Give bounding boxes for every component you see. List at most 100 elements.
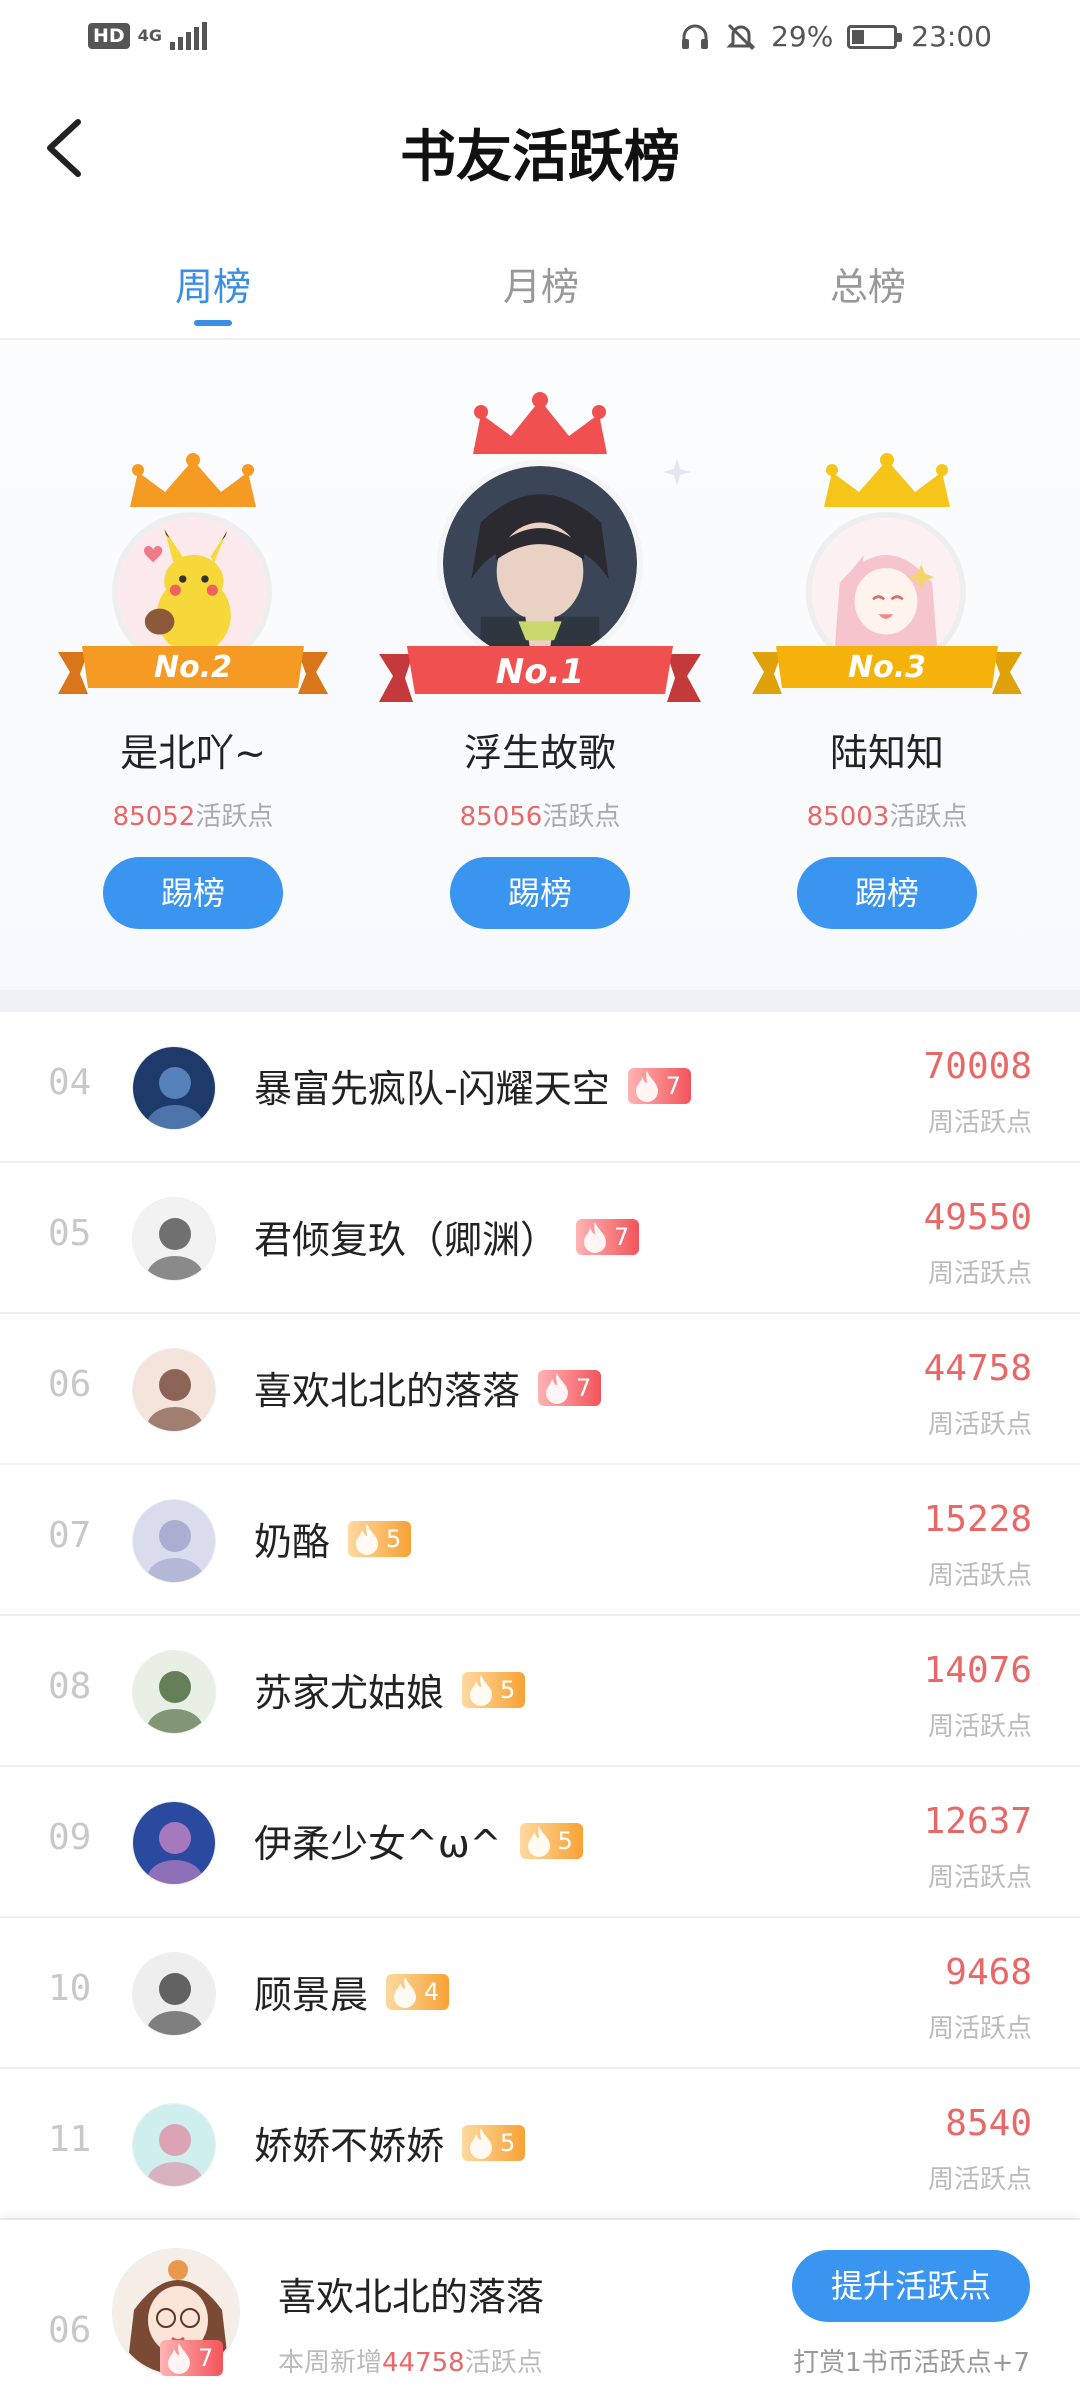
boost-activity-button[interactable]: 提升活跃点 xyxy=(792,2250,1030,2322)
tab-total[interactable]: 总榜 xyxy=(768,256,968,311)
points-suffix: 活跃点 xyxy=(195,802,274,832)
rank-number: 06 xyxy=(48,1364,92,1405)
points-value: 85056 xyxy=(459,802,543,832)
rank-number: 08 xyxy=(48,1666,92,1707)
page-title: 书友活跃榜 xyxy=(400,124,680,190)
score-value: 12637 xyxy=(923,1801,1032,1842)
rank-ribbon: No.1 xyxy=(379,642,701,704)
avatar[interactable] xyxy=(132,2103,216,2187)
flame-icon xyxy=(635,1070,658,1102)
points-value: 85052 xyxy=(112,802,196,832)
name-group: 暴富先疯队-闪耀天空 7 xyxy=(254,1058,691,1113)
tab-monthly[interactable]: 月榜 xyxy=(441,256,641,311)
crown-icon xyxy=(473,392,607,454)
clock: 23:00 xyxy=(911,20,992,53)
user-points: 85056活跃点 xyxy=(367,796,713,833)
user-avatar-image xyxy=(133,1500,215,1582)
name-group: 伊柔少女^ω^ 5 xyxy=(254,1813,583,1868)
score-value: 8540 xyxy=(945,2103,1032,2144)
user-name: 君倾复玖（卿渊） xyxy=(254,1218,559,1262)
score-label: 周活跃点 xyxy=(927,1863,1032,1893)
name-group: 喜欢北北的落落 7 xyxy=(254,1360,602,1415)
level-badge: 5 xyxy=(519,1822,583,1859)
user-name: 暴富先疯队-闪耀天空 xyxy=(254,1067,610,1111)
podium-third: No.3 陆知知 85003活跃点 踢榜 xyxy=(714,342,1060,990)
score-value: 15228 xyxy=(923,1499,1032,1540)
avatar[interactable] xyxy=(132,1650,216,1734)
level-badge: 7 xyxy=(576,1218,640,1255)
flame-icon xyxy=(470,2127,493,2159)
level-number: 5 xyxy=(500,2128,516,2157)
user-avatar-image xyxy=(133,1651,215,1733)
points-prefix: 本周新增 xyxy=(278,2348,383,2378)
list-item[interactable]: 06 喜欢北北的落落 7 44758 周活跃点 xyxy=(0,1314,1080,1465)
avatar[interactable] xyxy=(132,1801,216,1885)
rank-label: No.3 xyxy=(848,650,926,685)
kick-button[interactable]: 踢榜 xyxy=(450,857,630,929)
user-points: 85003活跃点 xyxy=(714,796,1060,833)
score-label: 周活跃点 xyxy=(927,2014,1032,2044)
network-type: 4G xyxy=(137,26,162,45)
user-name: 苏家尤姑娘 xyxy=(254,1671,445,1715)
my-rank-number: 06 xyxy=(48,2310,92,2351)
points-suffix: 活跃点 xyxy=(889,802,968,832)
kick-button[interactable]: 踢榜 xyxy=(103,857,283,929)
points-suffix: 活跃点 xyxy=(542,802,621,832)
my-name: 喜欢北北的落落 xyxy=(278,2275,545,2319)
avatar[interactable] xyxy=(132,1197,216,1281)
points-value: 44758 xyxy=(382,2348,465,2378)
level-number: 4 xyxy=(424,1977,440,2006)
level-number: 5 xyxy=(557,1826,573,1855)
level-badge: 7 xyxy=(627,1067,691,1104)
list-item[interactable]: 05 君倾复玖（卿渊） 7 49550 周活跃点 xyxy=(0,1163,1080,1314)
signal-icon xyxy=(169,22,207,50)
rank-label: No.1 xyxy=(495,652,585,692)
avatar[interactable] xyxy=(437,460,643,666)
score-label: 周活跃点 xyxy=(927,1712,1032,1742)
hd-indicator: HD xyxy=(88,23,130,49)
avatar[interactable] xyxy=(132,1499,216,1583)
avatar[interactable] xyxy=(132,1952,216,2036)
score-value: 9468 xyxy=(945,1952,1032,1993)
level-badge: 5 xyxy=(462,2124,526,2161)
user-name: 奶酪 xyxy=(254,1520,331,1564)
podium-first: No.1 浮生故歌 85056活跃点 踢榜 xyxy=(367,342,713,990)
young-man-avatar-image xyxy=(443,466,637,660)
list-item[interactable]: 09 伊柔少女^ω^ 5 12637 周活跃点 xyxy=(0,1767,1080,1918)
user-avatar-image xyxy=(133,2104,215,2186)
headphones-icon xyxy=(682,24,709,49)
list-item[interactable]: 10 顾景晨 4 9468 周活跃点 xyxy=(0,1918,1080,2069)
flame-icon xyxy=(546,1372,569,1404)
user-name: 喜欢北北的落落 xyxy=(254,1369,521,1413)
avatar[interactable] xyxy=(132,1046,216,1130)
level-number: 7 xyxy=(198,2344,214,2372)
crown-icon xyxy=(130,453,256,507)
kick-button[interactable]: 踢榜 xyxy=(797,857,977,929)
list-item[interactable]: 11 娇娇不娇娇 5 8540 周活跃点 xyxy=(0,2069,1080,2220)
level-badge: 7 xyxy=(538,1369,602,1406)
flame-icon xyxy=(527,1825,550,1857)
header: 书友活跃榜 xyxy=(0,88,1080,216)
rank-number: 05 xyxy=(48,1213,92,1254)
score-value: 70008 xyxy=(923,1046,1032,1087)
battery-percent: 29% xyxy=(771,20,834,53)
points-suffix: 活跃点 xyxy=(464,2348,543,2378)
rank-ribbon: No.3 xyxy=(752,642,1022,696)
user-points: 85052活跃点 xyxy=(20,796,366,833)
name-group: 奶酪 5 xyxy=(254,1511,412,1566)
score-label: 周活跃点 xyxy=(927,1561,1032,1591)
list-item[interactable]: 07 奶酪 5 15228 周活跃点 xyxy=(0,1465,1080,1616)
list-item[interactable]: 04 暴富先疯队-闪耀天空 7 70008 周活跃点 xyxy=(0,1012,1080,1163)
user-avatar-image xyxy=(133,1953,215,2035)
level-number: 7 xyxy=(576,1373,592,1402)
user-name: 浮生故歌 xyxy=(463,731,616,775)
avatar[interactable] xyxy=(132,1348,216,1432)
list-item[interactable]: 08 苏家尤姑娘 5 14076 周活跃点 xyxy=(0,1616,1080,1767)
rank-label: No.2 xyxy=(154,650,232,685)
status-bar: HD 4G 29% 23:00 xyxy=(0,0,1080,80)
tab-weekly[interactable]: 周榜 xyxy=(113,256,313,311)
flame-icon xyxy=(584,1221,607,1253)
my-rank-bar: 06 7 喜欢北北的落落 本周新增44758活跃点 提升活跃点 打赏1书币活跃点… xyxy=(0,2220,1080,2400)
score-label: 周活跃点 xyxy=(927,2165,1032,2195)
name-group: 君倾复玖（卿渊） 7 xyxy=(254,1209,640,1264)
